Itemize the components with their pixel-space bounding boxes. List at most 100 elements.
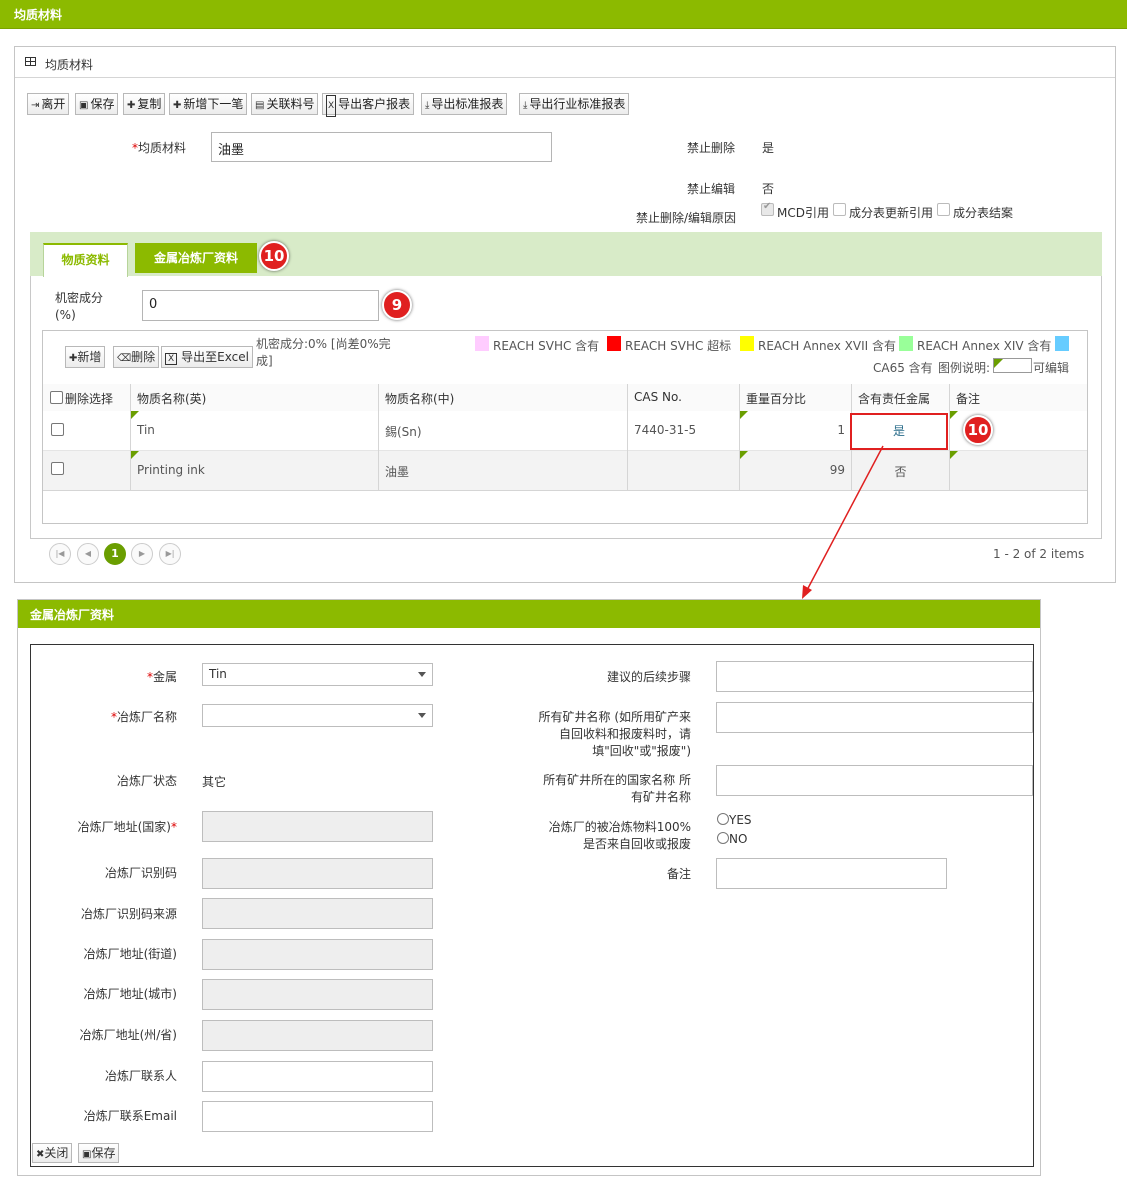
no-edit-label: 禁止编辑: [687, 182, 736, 196]
leave-button[interactable]: ⇥ 离开: [27, 93, 70, 115]
step-badge-confidential: 9: [382, 290, 412, 320]
bom-update-label: 成分表更新引用: [849, 206, 934, 220]
pager-next-button[interactable]: ▶: [131, 543, 153, 565]
close-button[interactable]: ✖关闭: [32, 1143, 73, 1163]
no-delete-label: 禁止删除: [687, 141, 736, 155]
smelter-street-label: 冶炼厂地址(街道): [83, 947, 177, 961]
cell-name-en-text: Tin: [137, 423, 155, 437]
dialog-save-button[interactable]: ▣保存: [78, 1143, 120, 1163]
cell-weight-pct-text: 1: [837, 423, 845, 437]
tab-substance[interactable]: 物质资料: [43, 243, 128, 277]
export-customer-button[interactable]: X 导出客户报表: [322, 93, 415, 117]
tab-smelter[interactable]: 金属冶炼厂资料: [135, 243, 257, 273]
row-checkbox[interactable]: [51, 462, 64, 475]
recycled-yes-radio[interactable]: [717, 813, 729, 825]
mcd-label: MCD引用: [777, 206, 829, 220]
bom-closed-label: 成分表结案: [953, 206, 1014, 220]
copy-button[interactable]: ✚ 复制: [123, 93, 166, 115]
row-checkbox[interactable]: [51, 423, 64, 436]
confidential-label: 机密成分 (%): [55, 291, 104, 322]
smelter-name-select[interactable]: [202, 704, 433, 727]
col-cas[interactable]: CAS No.: [628, 384, 740, 411]
smelter-name-label-text: 冶炼厂名称: [116, 710, 177, 724]
step-badge-tab: 10: [259, 241, 289, 271]
legend-annex14-label: REACH Annex XIV 含有: [917, 339, 1052, 353]
export-industry-button[interactable]: ⤓ 导出行业标准报表: [519, 93, 630, 115]
smelter-country-field[interactable]: [202, 811, 433, 842]
material-input[interactable]: 油墨: [211, 132, 552, 162]
grid-delete-button[interactable]: ⌫删除: [113, 346, 160, 368]
save-button[interactable]: ▣ 保存: [75, 93, 119, 115]
col-weight-pct[interactable]: 重量百分比: [740, 384, 852, 411]
select-all-checkbox[interactable]: [50, 391, 63, 404]
metal-label-text: 金属: [152, 670, 177, 684]
material-label-text: 均质材料: [138, 141, 187, 155]
export-standard-button[interactable]: ⤓ 导出标准报表: [421, 93, 508, 115]
legend-swatch-annex14: [899, 336, 913, 351]
grid-export-button[interactable]: X 导出至Excel: [161, 346, 253, 368]
smelter-street-field[interactable]: [202, 939, 433, 970]
col-metal[interactable]: 含有责任金属: [852, 384, 950, 411]
pager-prev-button[interactable]: ◀: [77, 543, 99, 565]
cell-note[interactable]: [950, 451, 1087, 491]
pager-first-button[interactable]: |◀: [49, 543, 71, 565]
grid-add-button[interactable]: ✚新增: [65, 346, 106, 368]
leave-label: 离开: [41, 97, 66, 111]
mcd-checkbox[interactable]: ✔: [761, 201, 774, 216]
mine-names-input[interactable]: [716, 702, 1033, 733]
excel-icon: X: [165, 353, 178, 365]
smelter-city-label: 冶炼厂地址(城市): [83, 987, 177, 1001]
bom-closed-checkbox[interactable]: [937, 203, 950, 216]
reason-label: 禁止删除/编辑原因: [636, 211, 737, 225]
editable-marker: [131, 451, 139, 459]
grid-add-label: 新增: [77, 350, 102, 364]
legend-editable-label: 可编辑: [1033, 361, 1070, 375]
legend-swatch-svhc-over: [607, 336, 621, 351]
col-note[interactable]: 备注: [950, 384, 1087, 411]
export-industry-label: 导出行业标准报表: [529, 97, 626, 111]
recycled-no-radio[interactable]: [717, 832, 729, 844]
col-name-cn[interactable]: 物质名称(中): [379, 384, 628, 411]
cell-cas: 7440-31-5: [628, 411, 740, 451]
panel-header: 均质材料: [15, 47, 1115, 78]
grid-delete-label: 删除: [131, 350, 156, 364]
col-name-en[interactable]: 物质名称(英): [131, 384, 379, 411]
recycled-no-label: NO: [729, 832, 748, 846]
legend-ca65-label: CA65 含有: [873, 361, 933, 375]
smelter-id-source-label: 冶炼厂识别码来源: [80, 907, 177, 921]
smelter-id-field[interactable]: [202, 858, 433, 889]
link-part-button[interactable]: ▤ 关联料号: [251, 93, 319, 115]
export-customer-label: 导出客户报表: [338, 97, 411, 111]
smelter-contact-label: 冶炼厂联系人: [104, 1069, 177, 1083]
pager-current-page[interactable]: 1: [104, 543, 126, 565]
cell-name-en[interactable]: Printing ink: [131, 451, 379, 491]
remark-input[interactable]: [716, 858, 947, 889]
next-steps-input[interactable]: [716, 661, 1033, 692]
smelter-city-field[interactable]: [202, 979, 433, 1010]
no-delete-value: 是: [762, 141, 775, 155]
metal-select[interactable]: Tin: [202, 663, 433, 686]
smelter-status-value: 其它: [202, 775, 227, 789]
smelter-name-label: *冶炼厂名称: [71, 709, 177, 726]
cell-name-en[interactable]: Tin: [131, 411, 379, 451]
confidential-input[interactable]: 0: [142, 290, 379, 321]
editable-marker: [740, 411, 748, 419]
smelter-id-source-field[interactable]: [202, 898, 433, 929]
chevron-down-icon: [418, 713, 426, 718]
bom-update-checkbox[interactable]: [833, 203, 846, 216]
add-next-button[interactable]: ✚ 新增下一笔: [169, 93, 248, 115]
next-steps-label: 建议的后续步骤: [606, 670, 691, 684]
legend-editable-swatch: [993, 358, 1032, 373]
recycled-label: 冶炼厂的被冶炼物料100% 是否来自回收或报废: [548, 820, 691, 851]
download-icon: ⤓: [425, 100, 430, 111]
no-edit-value: 否: [762, 182, 775, 196]
plus-icon: ✚: [127, 100, 136, 111]
legend-swatch-annex17: [740, 336, 754, 351]
table-row: Printing ink 油墨 99 否: [43, 451, 1087, 491]
mine-country-input[interactable]: [716, 765, 1033, 796]
smelter-email-input[interactable]: [202, 1101, 433, 1132]
substance-grid: ✚新增 ⌫删除 X 导出至Excel 机密成分:0% [尚差0%完成] REACH…: [42, 330, 1088, 565]
pager-last-button[interactable]: ▶|: [159, 543, 181, 565]
smelter-contact-input[interactable]: [202, 1061, 433, 1092]
smelter-state-field[interactable]: [202, 1020, 433, 1051]
